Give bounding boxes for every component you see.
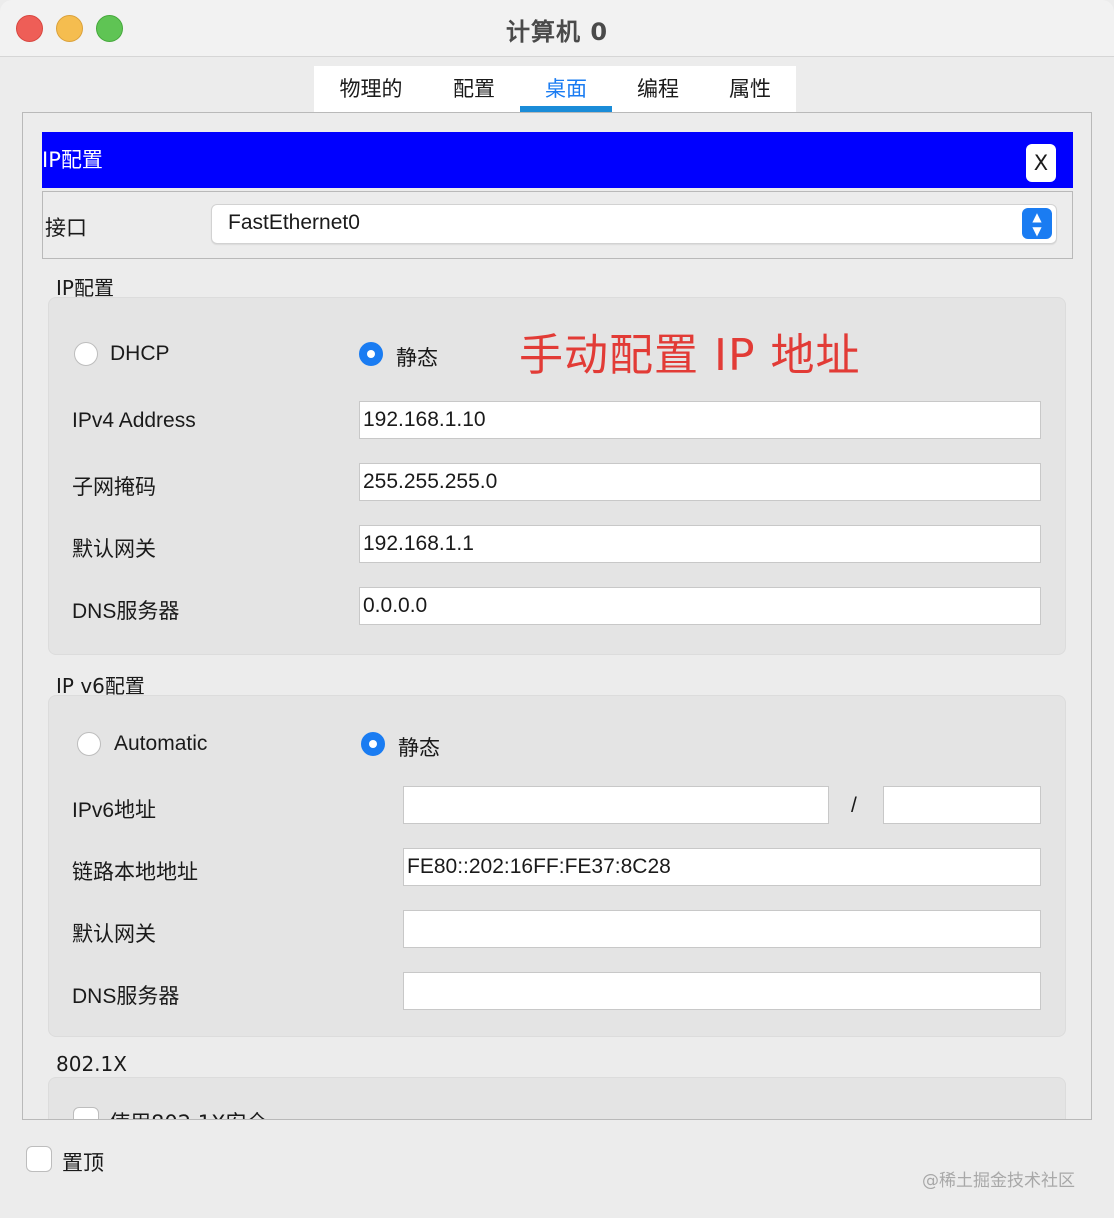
ipv4-gateway-field[interactable]: 192.168.1.1 [359, 525, 1041, 563]
link-local-field[interactable]: FE80::202:16FF:FE37:8C28 [403, 848, 1041, 886]
ipv6-address-label: IPv6地址 [72, 799, 157, 822]
ipv6-gateway-label: 默认网关 [72, 923, 156, 946]
title-bar: 计算机 0 [0, 0, 1114, 57]
ipv6-automatic-radio[interactable] [77, 732, 101, 756]
ipv6-dns-label: DNS服务器 [72, 985, 180, 1008]
ipv6-address-field[interactable] [403, 786, 829, 824]
tab-physical[interactable]: 物理的 [314, 66, 428, 112]
use-dot1x-checkbox[interactable] [73, 1107, 99, 1119]
interface-label: 接口 [45, 216, 87, 240]
tab-bar: 物理的 配置 桌面 编程 属性 [314, 66, 796, 112]
desktop-content-area: IP配置 X 接口 FastEthernet0 ▲ ▼ IP配置 DHCP 静态 … [22, 112, 1092, 1120]
select-stepper-icon[interactable]: ▲ ▼ [1022, 208, 1052, 239]
dot1x-section-title: 802.1X [56, 1052, 127, 1076]
ipv6-dns-field[interactable] [403, 972, 1041, 1010]
interface-row: 接口 FastEthernet0 ▲ ▼ [42, 191, 1073, 259]
always-on-top-checkbox[interactable] [26, 1146, 52, 1172]
manual-config-annotation: 手动配置 IP 地址 [519, 330, 861, 381]
ipv6-static-radio[interactable] [361, 732, 385, 756]
app-window: 计算机 0 物理的 配置 桌面 编程 属性 IP配置 X 接口 FastEthe… [0, 0, 1114, 1218]
watermark: @稀土掘金技术社区 [922, 1171, 1075, 1191]
ipv6-gateway-field[interactable] [403, 910, 1041, 948]
ipv4-dns-label: DNS服务器 [72, 600, 180, 623]
ipv6-prefix-field[interactable] [883, 786, 1041, 824]
window-title: 计算机 0 [505, 18, 609, 46]
ipv6-static-label: 静态 [398, 737, 440, 760]
ipv4-static-radio[interactable] [359, 342, 383, 366]
ip-config-header: IP配置 X [42, 132, 1073, 188]
prefix-separator: / [851, 794, 857, 817]
tab-programming[interactable]: 编程 [612, 66, 704, 112]
subnet-mask-field[interactable]: 255.255.255.0 [359, 463, 1041, 501]
interface-select[interactable]: FastEthernet0 ▲ ▼ [211, 204, 1057, 244]
ipv4-address-label: IPv4 Address [72, 409, 196, 432]
ip-config-header-title: IP配置 [42, 148, 103, 172]
link-local-label: 链路本地地址 [72, 861, 198, 884]
close-ip-config-button[interactable]: X [1026, 144, 1056, 182]
ipv4-static-label: 静态 [396, 347, 438, 370]
use-dot1x-label: 使用802.1X安全 [109, 1107, 268, 1119]
tab-config[interactable]: 配置 [428, 66, 520, 112]
ipv6-automatic-label: Automatic [114, 732, 208, 755]
tab-attributes[interactable]: 属性 [704, 66, 796, 112]
dhcp-label: DHCP [110, 342, 170, 365]
ipv4-dns-field[interactable]: 0.0.0.0 [359, 587, 1041, 625]
ipv4-address-field[interactable]: 192.168.1.10 [359, 401, 1041, 439]
interface-selected-value: FastEthernet0 [228, 211, 360, 234]
always-on-top-label: 置顶 [62, 1151, 104, 1175]
ipv4-gateway-label: 默认网关 [72, 538, 156, 561]
dhcp-radio[interactable] [74, 342, 98, 366]
subnet-mask-label: 子网掩码 [72, 476, 156, 499]
